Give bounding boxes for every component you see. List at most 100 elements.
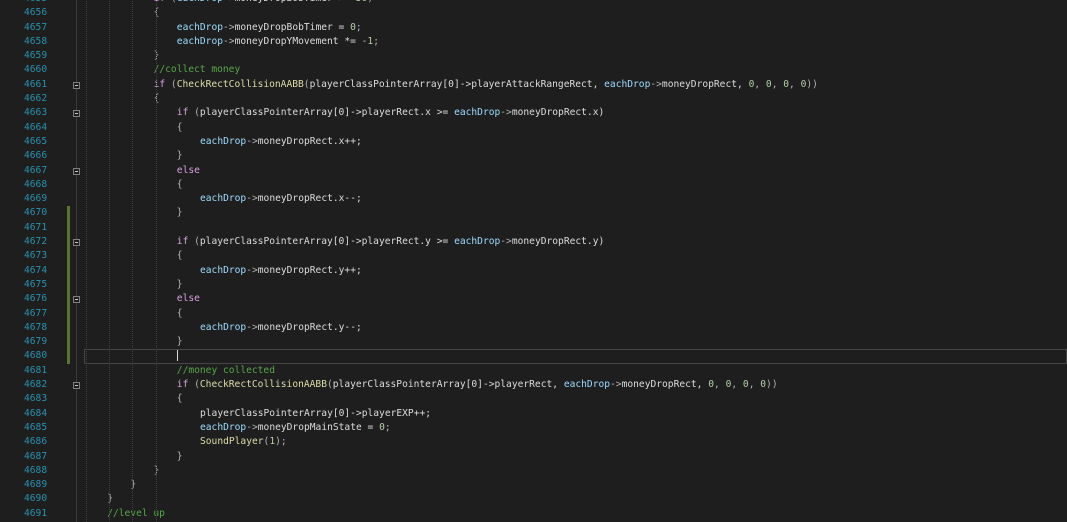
line-number: 4661	[24, 78, 48, 90]
code-token: }	[176, 450, 183, 462]
code-line[interactable]: }	[84, 335, 1067, 349]
code-line[interactable]: else	[84, 164, 1067, 178]
code-line[interactable]: }	[84, 450, 1067, 464]
line-number-gutter[interactable]: 4655465646574658465946604661466246634664…	[0, 0, 70, 521]
code-token: eachDrop	[200, 321, 247, 333]
line-number: 4686	[24, 436, 48, 448]
collapse-toggle-icon[interactable]	[73, 296, 80, 304]
code-line[interactable]: {	[84, 307, 1067, 321]
collapse-toggle-icon[interactable]	[73, 110, 80, 118]
collapse-toggle-icon[interactable]	[73, 167, 80, 175]
code-token: moneyDropRect.y--;	[257, 321, 362, 333]
indent-guide	[132, 0, 134, 522]
code-token: eachDrop	[454, 236, 501, 248]
code-token: }	[176, 336, 183, 348]
code-line[interactable]: if (CheckRectCollisionAABB(playerClassPo…	[84, 78, 1067, 92]
code-token: CheckRectCollisionAABB	[176, 78, 304, 90]
code-token: playerClassPointerArray[0]->playerAttack…	[309, 78, 605, 90]
code-line[interactable]: eachDrop->moneyDropRect.x--;	[84, 192, 1067, 206]
code-line[interactable]: }	[84, 149, 1067, 163]
code-area[interactable]: if (eachDrop->moneyDropBobTimer >= 50){e…	[84, 0, 1067, 521]
code-token: CheckRectCollisionAABB	[199, 379, 327, 391]
code-token: ;	[355, 21, 362, 33]
code-line[interactable]: {	[84, 6, 1067, 20]
code-token: );	[275, 436, 287, 448]
code-line[interactable]: eachDrop->moneyDropRect.y++;	[84, 264, 1067, 278]
code-token: ,	[754, 78, 766, 90]
line-number: 4676	[0, 292, 70, 307]
code-line[interactable]: //money collected	[84, 364, 1067, 378]
code-line[interactable]: if (playerClassPointerArray[0]->playerRe…	[84, 106, 1067, 120]
code-line[interactable]: playerClassPointerArray[0]->playerEXP++;	[84, 407, 1067, 421]
code-token: }	[176, 207, 183, 219]
code-token: if	[176, 379, 195, 391]
line-number: 4673	[0, 249, 70, 264]
collapse-toggle-icon[interactable]	[73, 239, 80, 247]
code-line[interactable]: eachDrop->moneyDropBobTimer = 0;	[84, 21, 1067, 35]
code-token: {	[176, 307, 183, 319]
line-number: 4668	[24, 178, 48, 190]
code-line[interactable]: SoundPlayer(1);	[84, 435, 1067, 449]
line-number: 4669	[24, 193, 48, 205]
code-line[interactable]: eachDrop->moneyDropRect.y--;	[84, 321, 1067, 335]
code-line[interactable]: {	[84, 92, 1067, 106]
code-line[interactable]	[84, 221, 1067, 235]
line-number: 4679	[0, 335, 70, 350]
collapse-toggle-icon[interactable]	[73, 81, 80, 89]
code-line[interactable]: }	[84, 492, 1067, 506]
code-line[interactable]: {	[84, 392, 1067, 406]
code-token: //collect money	[153, 64, 241, 76]
line-number: 4674	[0, 263, 70, 279]
collapse-toggle-icon[interactable]	[73, 382, 80, 390]
code-token: moneyDropRect.x)	[511, 107, 605, 119]
code-line[interactable]: {	[84, 249, 1067, 263]
code-token: ,	[714, 379, 726, 391]
code-token: moneyDropRect,	[621, 379, 709, 391]
code-token: -1	[361, 35, 374, 47]
line-number: 4688	[24, 464, 48, 476]
code-line[interactable]: else	[84, 292, 1067, 306]
indent-guide	[109, 0, 111, 522]
line-number: 4682	[24, 379, 48, 391]
code-token: ;	[384, 421, 391, 433]
code-token: playerClassPointerArray[0]->playerRect.x…	[199, 107, 455, 119]
code-token: )	[367, 0, 373, 4]
line-number: 4677	[0, 306, 70, 322]
line-number: 4671	[0, 220, 70, 236]
code-token: moneyDropRect.y)	[511, 236, 605, 248]
code-token: moneyDropYMovement *=	[234, 35, 362, 47]
line-number: 4687	[24, 450, 48, 462]
code-token: ->	[650, 78, 662, 90]
code-line[interactable]: }	[84, 206, 1067, 220]
code-line[interactable]: if (CheckRectCollisionAABB(playerClassPo…	[84, 378, 1067, 392]
code-line[interactable]: {	[84, 121, 1067, 135]
line-number: 4659	[24, 50, 48, 62]
code-token: if	[176, 236, 195, 248]
code-token: //money collected	[176, 364, 275, 376]
code-line[interactable]	[84, 349, 1067, 364]
code-line[interactable]: }	[84, 278, 1067, 292]
code-line[interactable]: }	[84, 464, 1067, 478]
code-token: moneyDropBobTimer =	[234, 21, 351, 33]
code-line[interactable]: if (playerClassPointerArray[0]->playerRe…	[84, 235, 1067, 249]
code-line[interactable]: {	[84, 178, 1067, 192]
code-token: moneyDropBobTimer	[234, 0, 338, 4]
code-line[interactable]: }	[84, 49, 1067, 63]
code-editor[interactable]: 4655465646574658465946604661466246634664…	[0, 0, 1067, 522]
code-token: ;	[373, 35, 379, 47]
code-line[interactable]: eachDrop->moneyDropMainState = 0;	[84, 421, 1067, 435]
code-token: else	[176, 164, 200, 176]
line-number: 4670	[0, 206, 70, 222]
code-line[interactable]: //level up	[84, 507, 1067, 521]
code-token: ,	[789, 78, 801, 90]
line-number: 4657	[24, 21, 48, 33]
code-line[interactable]: //collect money	[84, 63, 1067, 77]
code-line[interactable]: eachDrop->moneyDropRect.x++;	[84, 135, 1067, 149]
code-line[interactable]: }	[84, 478, 1067, 492]
code-token: eachDrop	[200, 193, 247, 205]
line-number: 4685	[24, 421, 48, 433]
code-token: ->	[500, 236, 512, 248]
code-line[interactable]: eachDrop->moneyDropYMovement *= -1;	[84, 35, 1067, 49]
line-number: 4662	[24, 93, 48, 105]
code-token: ->	[223, 21, 235, 33]
